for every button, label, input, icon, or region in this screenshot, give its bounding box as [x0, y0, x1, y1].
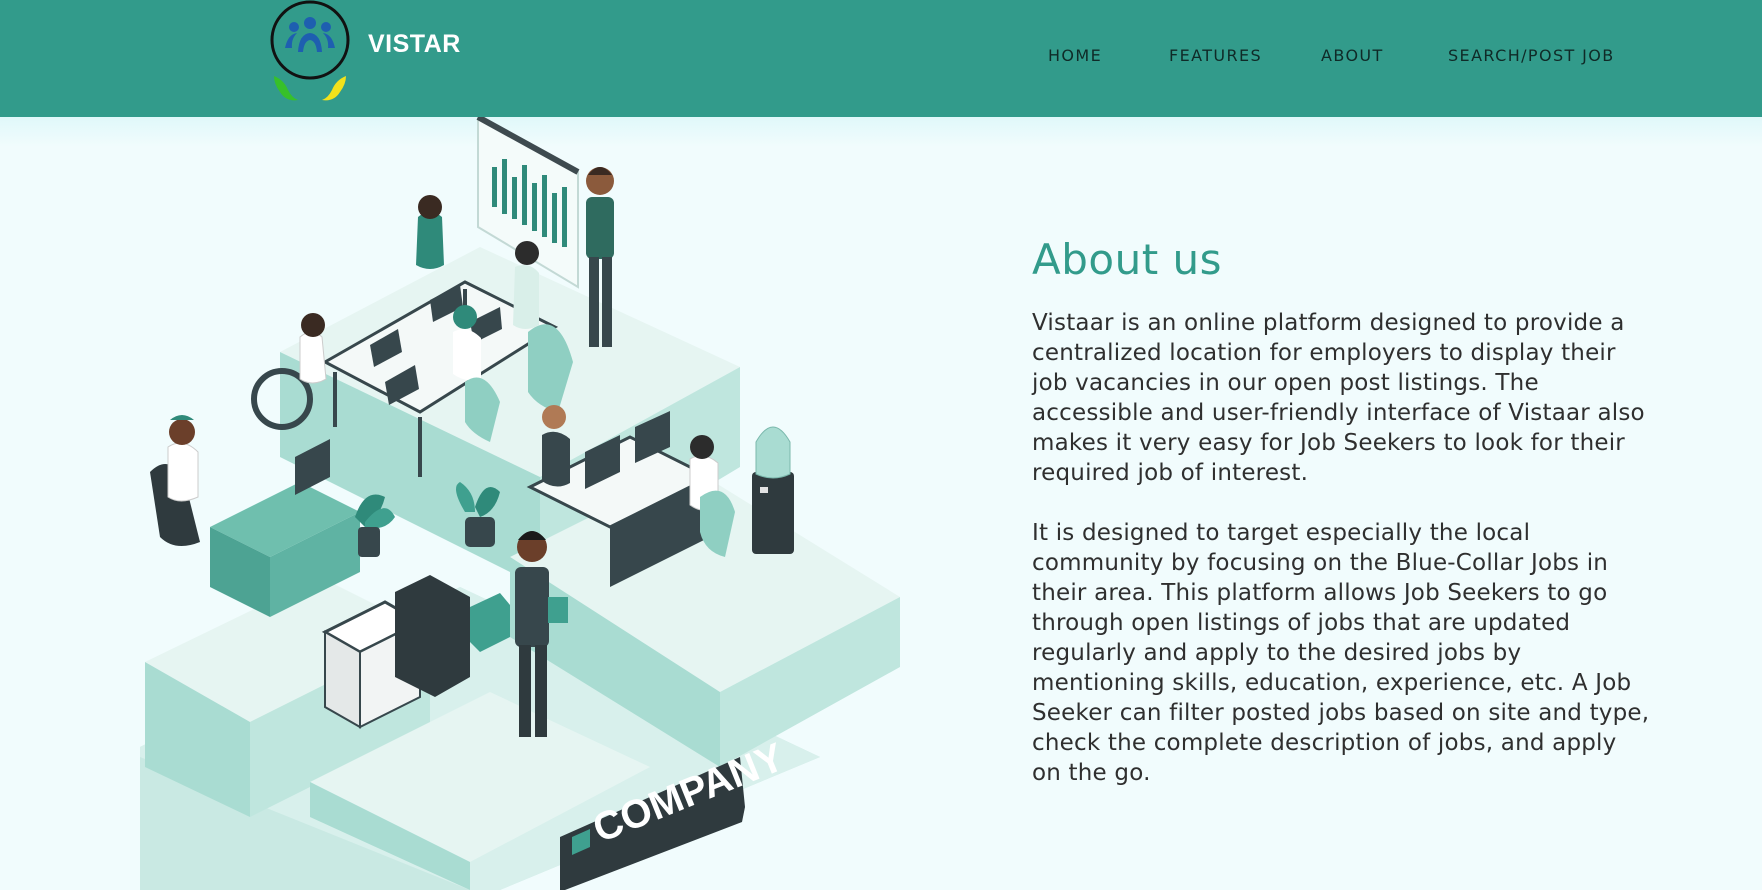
nav-about-link[interactable]: ABOUT [1321, 46, 1384, 65]
about-paragraph-1: Vistaar is an online platform designed t… [1032, 310, 1645, 486]
nav-home-link[interactable]: HOME [1048, 46, 1102, 65]
about-paragraph-2: It is designed to target especially the … [1032, 520, 1650, 786]
about-title: About us [1032, 235, 1223, 284]
navbar: VISTAR HOME FEATURES ABOUT SEARCH/POST J… [0, 0, 1762, 117]
nav-features-link[interactable]: FEATURES [1169, 46, 1262, 65]
people-hands-logo-icon[interactable] [266, 0, 354, 108]
brand-name[interactable]: VISTAR [368, 30, 461, 59]
about-section: About us Vistaar is an online platform d… [1032, 232, 1652, 788]
office-illustration: COMPANY [140, 117, 900, 890]
nav-search-post-job-link[interactable]: SEARCH/POST JOB [1448, 46, 1615, 65]
